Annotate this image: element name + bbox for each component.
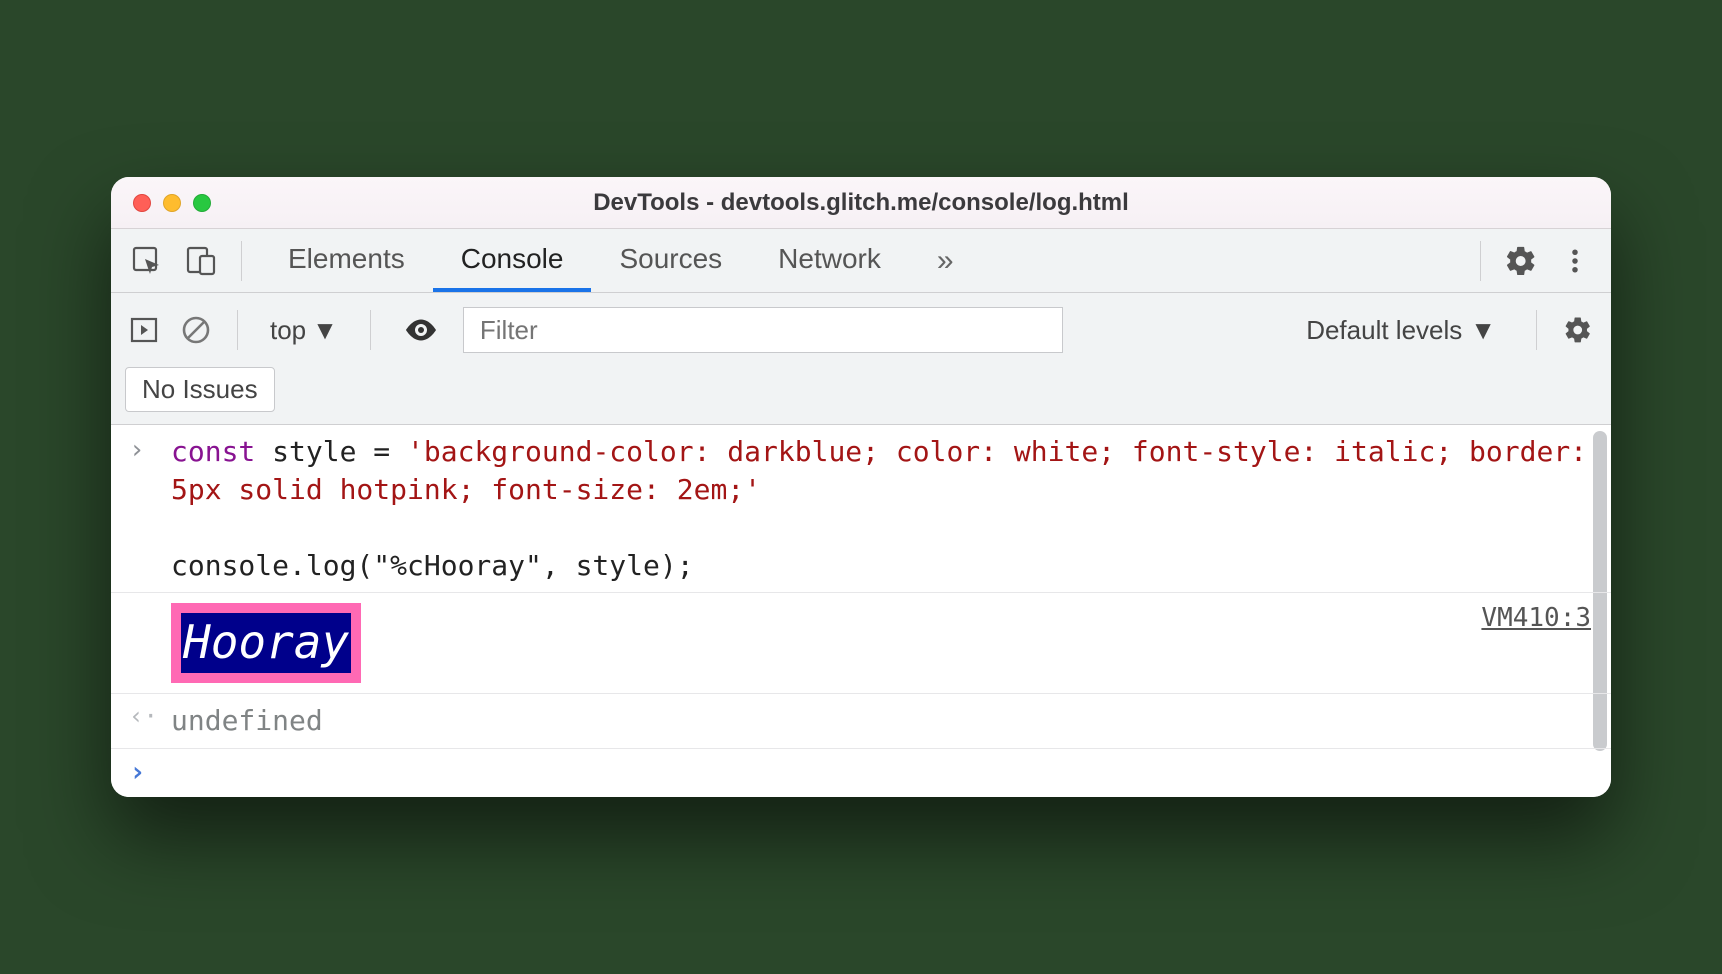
divider: [241, 241, 242, 281]
filter-input[interactable]: [463, 307, 1063, 353]
code-line: console.log("%cHooray", style);: [171, 549, 694, 582]
console-settings-gear-icon[interactable]: [1559, 311, 1597, 349]
devtools-window: DevTools - devtools.glitch.me/console/lo…: [111, 177, 1611, 797]
console-input-row: › const style = 'background-color: darkb…: [111, 425, 1611, 593]
dropdown-triangle-icon: ▼: [312, 315, 338, 346]
window-controls: [133, 194, 211, 212]
settings-gear-icon[interactable]: [1499, 239, 1543, 283]
levels-label: Default levels: [1306, 315, 1462, 346]
return-value: undefined: [171, 702, 1591, 740]
console-log-row: Hooray VM410:3: [111, 593, 1611, 694]
divider: [1536, 310, 1537, 350]
live-expression-icon[interactable]: [393, 312, 449, 348]
code-text: style =: [255, 435, 407, 468]
styled-log-output: Hooray: [171, 603, 361, 683]
divider: [1480, 241, 1481, 281]
return-arrow-icon: ‹·: [129, 702, 158, 730]
console-code[interactable]: const style = 'background-color: darkblu…: [171, 433, 1591, 584]
context-label: top: [270, 315, 306, 346]
main-tabbar: Elements Console Sources Network »: [111, 229, 1611, 293]
titlebar: DevTools - devtools.glitch.me/console/lo…: [111, 177, 1611, 229]
prompt-chevron-icon: ›: [129, 755, 146, 788]
divider: [237, 310, 238, 350]
console-output: › const style = 'background-color: darkb…: [111, 425, 1611, 797]
close-window-button[interactable]: [133, 194, 151, 212]
inspect-element-icon[interactable]: [125, 239, 169, 283]
kebab-menu-icon[interactable]: [1553, 239, 1597, 283]
code-keyword: const: [171, 435, 255, 468]
tab-elements[interactable]: Elements: [260, 229, 433, 292]
tab-console[interactable]: Console: [433, 229, 592, 292]
log-levels-selector[interactable]: Default levels ▼: [1288, 315, 1514, 346]
console-return-row: ‹· undefined: [111, 694, 1611, 749]
tab-network[interactable]: Network: [750, 229, 909, 292]
issues-button[interactable]: No Issues: [125, 367, 275, 412]
console-prompt-row[interactable]: ›: [111, 749, 1611, 797]
context-selector[interactable]: top ▼: [260, 315, 348, 346]
panel-tabs: Elements Console Sources Network: [260, 229, 909, 292]
maximize-window-button[interactable]: [193, 194, 211, 212]
input-chevron-icon: ›: [129, 435, 145, 465]
toggle-sidebar-icon[interactable]: [125, 311, 163, 349]
dropdown-triangle-icon: ▼: [1470, 315, 1496, 346]
device-toolbar-icon[interactable]: [179, 239, 223, 283]
minimize-window-button[interactable]: [163, 194, 181, 212]
source-link[interactable]: VM410:3: [1461, 603, 1591, 683]
window-title: DevTools - devtools.glitch.me/console/lo…: [111, 189, 1611, 217]
more-tabs-icon[interactable]: »: [919, 244, 972, 278]
tab-sources[interactable]: Sources: [591, 229, 750, 292]
console-toolbar: top ▼ Default levels ▼ No Issues: [111, 293, 1611, 425]
divider: [370, 310, 371, 350]
clear-console-icon[interactable]: [177, 311, 215, 349]
